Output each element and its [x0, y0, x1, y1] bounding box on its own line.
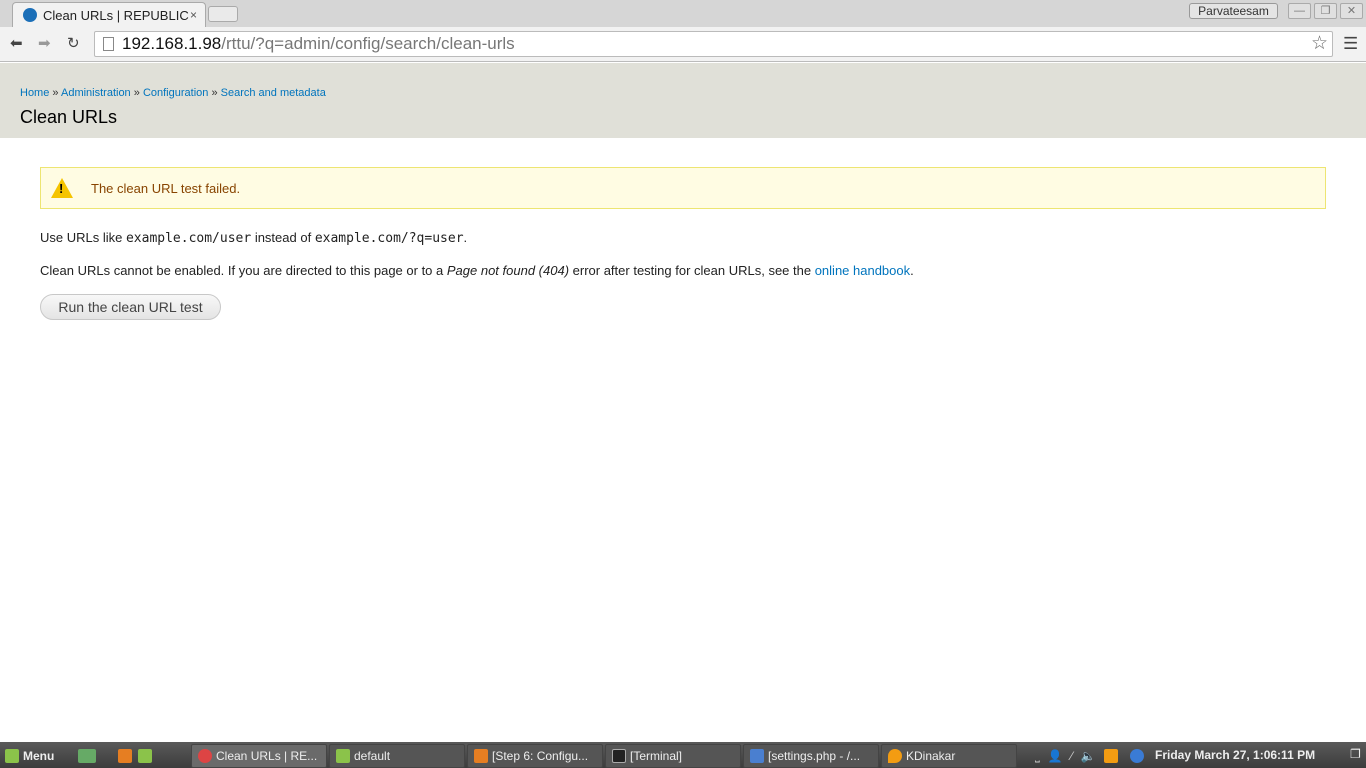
mint-logo-icon: [5, 749, 19, 763]
shield-icon[interactable]: [1129, 749, 1144, 763]
maximize-icon[interactable]: ❐: [1314, 3, 1337, 19]
firefox-launcher-icon[interactable]: [118, 744, 136, 768]
task-chrome[interactable]: Clean URLs | RE...: [191, 744, 327, 768]
warning-icon: !: [51, 178, 73, 198]
update-manager-icon[interactable]: [1103, 749, 1118, 763]
bookmark-star-icon[interactable]: ☆: [1311, 32, 1328, 55]
chrome-menu-icon[interactable]: ☰: [1343, 34, 1358, 54]
page-header: Home » Administration » Configuration » …: [0, 63, 1366, 138]
tab-close-icon[interactable]: ×: [190, 8, 197, 22]
drupal-favicon-icon: [23, 8, 37, 22]
address-bar[interactable]: 192.168.1.98/rttu/?q=admin/config/search…: [94, 31, 1333, 57]
forward-icon[interactable]: ➡: [38, 34, 51, 52]
task-terminal[interactable]: [Terminal]: [605, 744, 741, 768]
start-menu-button[interactable]: Menu: [5, 744, 54, 768]
page-title: Clean URLs: [20, 107, 118, 127]
user-icon[interactable]: 👤: [1048, 749, 1063, 763]
network-icon[interactable]: ⁄: [1071, 749, 1073, 763]
minimize-icon[interactable]: —: [1288, 3, 1311, 19]
workspace-icon[interactable]: ❐: [1350, 747, 1361, 761]
browser-tab[interactable]: Clean URLs | REPUBLIC ×: [12, 2, 206, 27]
tab-strip: Clean URLs | REPUBLIC × Parvateesam — ❐ …: [0, 0, 1366, 27]
breadcrumb-configuration[interactable]: Configuration: [143, 87, 208, 99]
url-path: /rttu/?q=admin/config/search/clean-urls: [221, 34, 515, 53]
breadcrumb-separator: »: [133, 87, 140, 99]
warning-text: The clean URL test failed.: [91, 180, 241, 196]
warning-message: ! The clean URL test failed.: [40, 167, 1326, 209]
breadcrumb-separator: »: [52, 87, 59, 99]
reload-icon[interactable]: ↻: [67, 34, 80, 52]
close-window-icon[interactable]: ✕: [1340, 3, 1363, 19]
new-tab-button[interactable]: [208, 6, 238, 22]
system-tray: ⎵ 👤 ⁄ 🔈: [1035, 744, 1148, 768]
breadcrumb: Home » Administration » Configuration » …: [20, 87, 326, 99]
task-settings-php[interactable]: [settings.php - /...: [743, 744, 879, 768]
volume-icon[interactable]: 🔈: [1081, 749, 1096, 763]
profile-button[interactable]: Parvateesam: [1189, 3, 1278, 19]
task-firefox[interactable]: [Step 6: Configu...: [467, 744, 603, 768]
clock[interactable]: Friday March 27, 1:06:11 PM: [1155, 748, 1315, 762]
breadcrumb-administration[interactable]: Administration: [61, 87, 131, 99]
task-default[interactable]: default: [329, 744, 465, 768]
breadcrumb-search-metadata[interactable]: Search and metadata: [221, 87, 326, 99]
breadcrumb-separator: »: [211, 87, 218, 99]
status-text: Clean URLs cannot be enabled. If you are…: [40, 263, 914, 278]
taskbar: Menu Clean URLs | RE... default [Step 6:…: [0, 742, 1366, 768]
back-icon[interactable]: ⬅: [10, 34, 23, 52]
url-host: 192.168.1.98: [122, 34, 222, 53]
breadcrumb-home[interactable]: Home: [20, 87, 49, 99]
description-text: Use URLs like example.com/user instead o…: [40, 230, 468, 246]
task-kdinakar[interactable]: KDinakar: [881, 744, 1017, 768]
online-handbook-link[interactable]: online handbook: [815, 263, 910, 278]
show-desktop-icon[interactable]: [78, 744, 100, 768]
run-clean-url-test-button[interactable]: Run the clean URL test: [40, 294, 221, 320]
files-launcher-icon[interactable]: [138, 744, 156, 768]
tab-title: Clean URLs | REPUBLIC: [43, 7, 189, 23]
browser-toolbar: ⬅ ➡ ↻ 192.168.1.98/rttu/?q=admin/config/…: [0, 27, 1366, 62]
keyboard-icon[interactable]: ⎵: [1035, 749, 1040, 764]
page-icon: [103, 37, 114, 51]
